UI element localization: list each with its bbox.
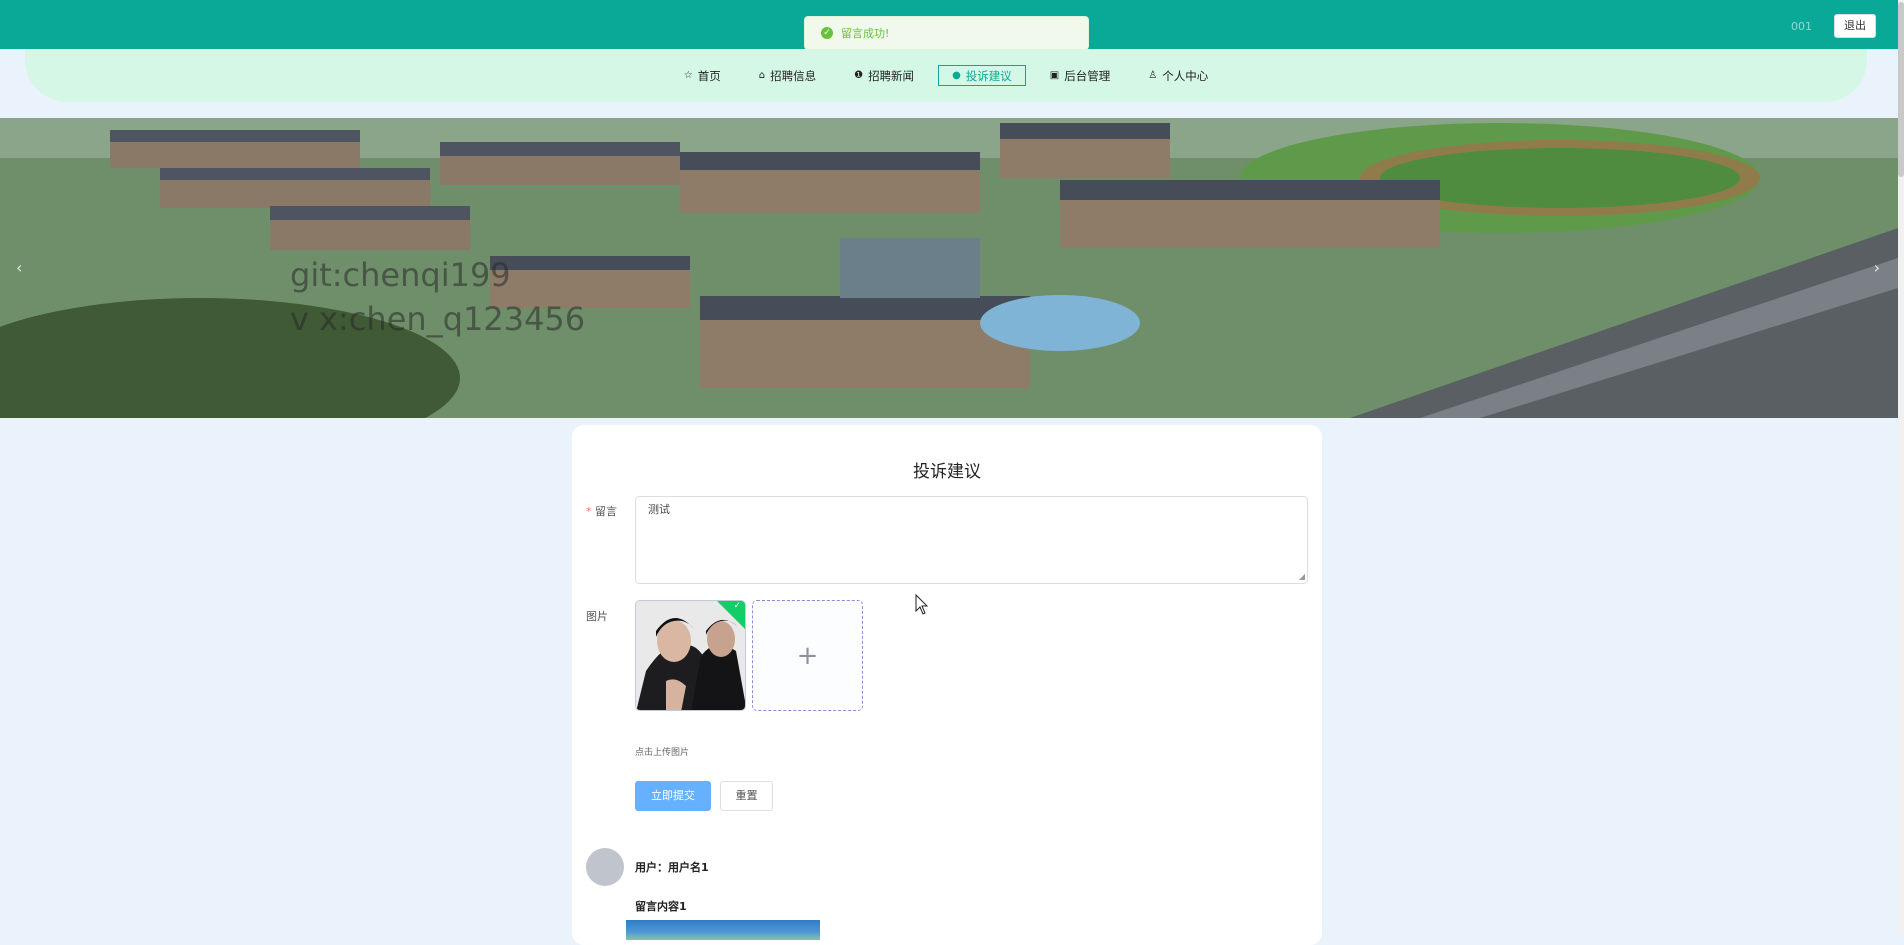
nav-item-label: 招聘新闻 <box>868 68 915 83</box>
complaint-form-card: 投诉建议 * 留言 测试 ◢ 图片 ✓ + 点击上传图片 立即提交 重置 用户：… <box>572 425 1322 945</box>
nav-item-label: 投诉建议 <box>965 68 1012 83</box>
watermark-line-2: v x:chen_q123456 <box>290 300 586 338</box>
uploaded-image-thumbnail[interactable]: ✓ <box>635 600 746 711</box>
logout-button[interactable]: 退出 <box>1834 14 1876 38</box>
message-label: * 留言 <box>586 503 617 519</box>
nav-item-label: 招聘信息 <box>770 68 817 83</box>
page-scrollbar[interactable] <box>1898 0 1904 934</box>
toast-message: 留言成功! <box>841 27 890 40</box>
banner-carousel[interactable]: ‹ › git:chenqi199 v x:chen_q123456 <box>0 118 1898 418</box>
image-label: 图片 <box>586 610 608 623</box>
upload-hint: 点击上传图片 <box>635 748 690 758</box>
reset-button[interactable]: 重置 <box>720 781 773 811</box>
warning-circle-icon: ● <box>952 69 961 81</box>
nav-item-profile[interactable]: ♙ 个人中心 <box>1134 65 1222 86</box>
user-icon: ♙ <box>1148 69 1158 81</box>
submit-button[interactable]: 立即提交 <box>635 781 711 811</box>
nav-item-label: 后台管理 <box>1064 68 1111 83</box>
nav-item-job-news[interactable]: ❶ 招聘新闻 <box>840 65 928 86</box>
message-value: 测试 <box>648 503 670 516</box>
avatar <box>586 848 624 886</box>
check-circle-icon: ✓ <box>821 27 833 39</box>
check-icon: ✓ <box>733 601 741 611</box>
upload-image-button[interactable]: + <box>752 600 863 711</box>
nav-item-label: 个人中心 <box>1162 68 1209 83</box>
plus-icon: + <box>796 640 819 671</box>
required-mark: * <box>586 505 595 518</box>
campus-aerial-image <box>0 118 1898 418</box>
nav-item-label: 首页 <box>697 68 721 83</box>
star-icon: ☆ <box>683 69 693 81</box>
nav-item-home[interactable]: ☆ 首页 <box>670 65 735 86</box>
chevron-right-icon[interactable]: › <box>1874 258 1880 277</box>
message-textarea[interactable]: 测试 ◢ <box>635 496 1308 584</box>
nav-item-complaints[interactable]: ● 投诉建议 <box>938 65 1026 86</box>
mouse-cursor-icon <box>915 594 929 615</box>
chevron-left-icon[interactable]: ‹ <box>16 258 22 277</box>
bag-icon: ⌂ <box>758 69 766 81</box>
main-navigation: ☆ 首页 ⌂ 招聘信息 ❶ 招聘新闻 ● 投诉建议 ▣ 后台管理 ♙ 个人中心 <box>25 49 1867 102</box>
resize-handle-icon[interactable]: ◢ <box>1299 572 1305 581</box>
current-username: 001 <box>1791 20 1812 33</box>
nav-item-admin[interactable]: ▣ 后台管理 <box>1036 65 1124 86</box>
uploaded-photo <box>636 601 745 710</box>
building-icon: ▣ <box>1049 69 1060 81</box>
message-label-text: 留言 <box>595 505 617 518</box>
watermark-line-1: git:chenqi199 <box>290 256 511 294</box>
comment-content: 留言内容1 <box>635 900 687 913</box>
success-toast: ✓ 留言成功! <box>804 16 1089 50</box>
comment-image <box>626 920 820 940</box>
comment-user: 用户：用户名1 <box>635 861 709 874</box>
page-title: 投诉建议 <box>913 462 981 482</box>
info-circle-icon: ❶ <box>854 69 864 81</box>
scrollbar-thumb[interactable] <box>1898 2 1904 177</box>
nav-item-job-info[interactable]: ⌂ 招聘信息 <box>745 65 830 86</box>
